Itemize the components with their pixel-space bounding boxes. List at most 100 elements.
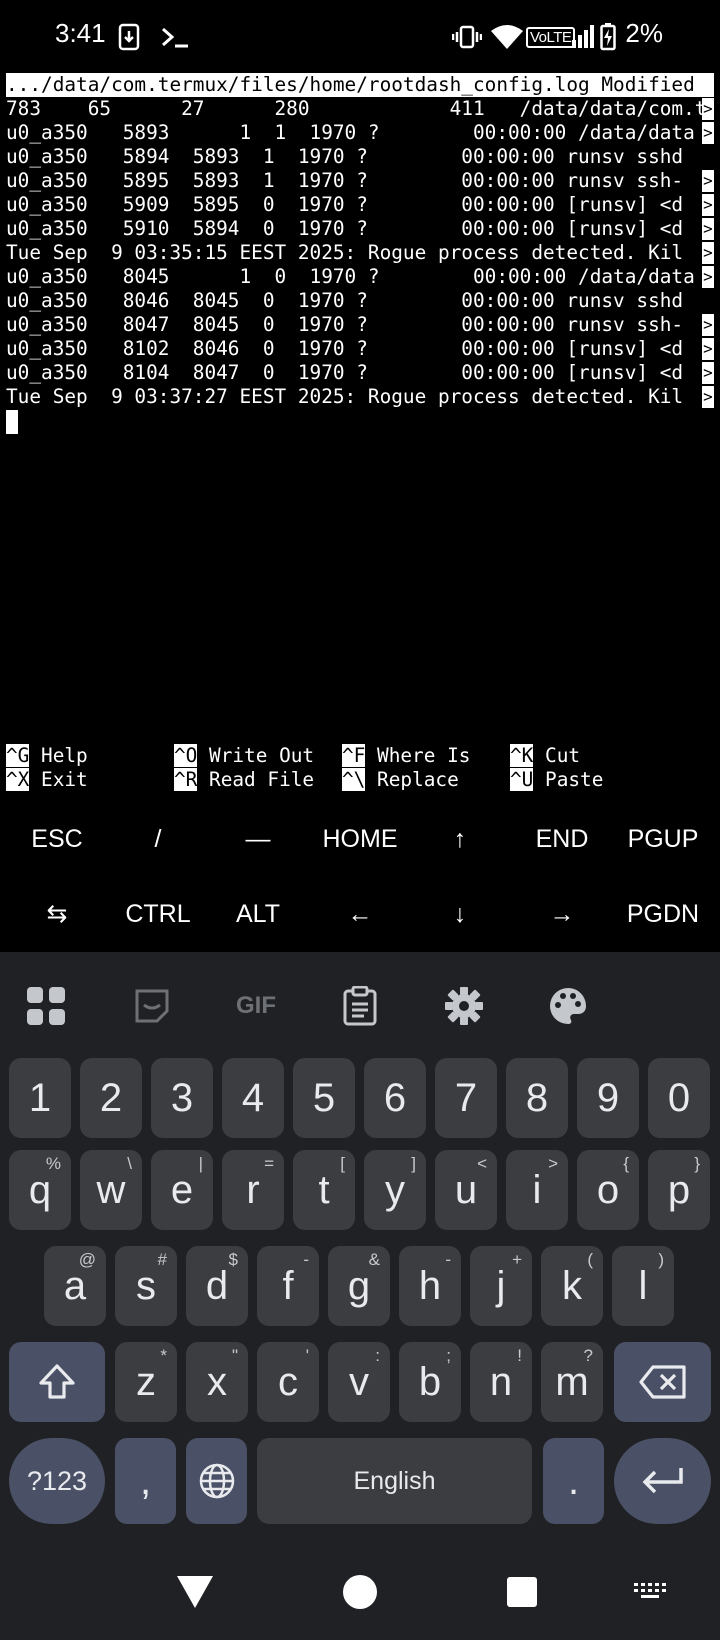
key-6[interactable]: 6 [364,1058,426,1138]
key-a[interactable]: a @ [44,1246,106,1326]
key-b[interactable]: b; [399,1342,461,1422]
key-9[interactable]: 9 [577,1058,639,1138]
key-d[interactable]: d $ [186,1246,248,1326]
terminal-view[interactable]: .../data/com.termux/files/home/rootdash_… [0,72,720,802]
key-2[interactable]: 2 [80,1058,142,1138]
key-q[interactable]: q% [9,1150,71,1230]
key-letter: l [638,1263,648,1308]
key-letter: v [349,1359,369,1404]
status-bar: 3:41 VoLTE 2% [0,0,720,72]
nano-shortcut-label: Cut [533,744,581,767]
clipboard-icon[interactable] [334,980,386,1032]
comma-key[interactable]: , [115,1438,176,1524]
key-letter: t [318,1167,330,1212]
extra-key-row1-1[interactable]: / [108,809,208,869]
backspace-key[interactable] [614,1342,711,1422]
key-l[interactable]: l) [612,1246,674,1326]
volte-icon: VoLTE [526,22,576,52]
key-o[interactable]: o{ [577,1150,639,1230]
nano-shortcut: ^R Read File [174,768,314,792]
shift-arrow-icon [39,1364,75,1399]
space-bar[interactable]: English [257,1438,532,1524]
nano-shortcut: ^F Where Is [342,744,470,768]
symbols-key[interactable]: ?123 [9,1438,105,1524]
key-i[interactable]: i > [506,1150,568,1230]
extra-key-row2-2[interactable]: ALT [208,884,308,944]
key-c[interactable]: c ' [257,1342,319,1422]
language-globe-icon[interactable] [186,1438,247,1524]
apps-grid-icon[interactable] [20,980,72,1032]
keyboard-switch-icon[interactable] [620,1562,680,1622]
terminal-line: u0_a350 5895 5893 1 1970 ? 00:00:00 runs… [6,169,684,192]
back-triangle-icon[interactable] [165,1562,225,1622]
key-letter: j [496,1263,506,1308]
key-1[interactable]: 1 [9,1058,71,1138]
key-letter: i [532,1167,542,1212]
key-hint: ; [446,1346,451,1365]
key-hint: & [368,1250,380,1269]
key-hint: < [477,1154,487,1173]
extra-key-row1-0[interactable]: ESC [7,809,107,869]
extra-key-row2-5[interactable]: → [512,884,612,944]
palette-icon[interactable] [542,980,594,1032]
key-hint: ! [517,1346,522,1365]
key-g[interactable]: g & [328,1246,390,1326]
extra-key-row1-5[interactable]: END [512,809,612,869]
key-u[interactable]: u < [435,1150,497,1230]
key-f[interactable]: f- [257,1246,319,1326]
key-0[interactable]: 0 [648,1058,710,1138]
key-p[interactable]: p} [648,1150,710,1230]
key-k[interactable]: k( [541,1246,603,1326]
key-letter: f [282,1263,294,1308]
home-circle-icon[interactable] [330,1562,390,1622]
key-s[interactable]: s # [115,1246,177,1326]
key-x[interactable]: x " [186,1342,248,1422]
line-overflow-marker: > [702,266,714,288]
extra-key-row1-6[interactable]: PGUP [613,809,713,869]
key-y[interactable]: y] [364,1150,426,1230]
enter-key[interactable] [614,1438,711,1524]
key-letter: a [63,1263,87,1308]
signal-icon [572,22,596,52]
key-5[interactable]: 5 [293,1058,355,1138]
key-4[interactable]: 4 [222,1058,284,1138]
terminal-line: u0_a350 5909 5895 0 1970 ? 00:00:00 [run… [6,193,684,216]
key-h[interactable]: h- [399,1246,461,1326]
line-overflow-marker: > [702,122,714,144]
terminal-line: u0_a350 8045 1 0 1970 ? 00:00:00 /data/d… [6,265,695,288]
extra-key-row1-3[interactable]: HOME [310,809,410,869]
key-hint: ) [658,1250,664,1269]
key-t[interactable]: t[ [293,1150,355,1230]
key-v[interactable]: v: [328,1342,390,1422]
extra-key-row2-3[interactable]: ← [310,884,410,944]
key-hint: # [157,1250,167,1269]
extra-key-row2-1[interactable]: CTRL [108,884,208,944]
key-w[interactable]: w \ [80,1150,142,1230]
period-key[interactable]: . [543,1438,604,1524]
key-r[interactable]: r = [222,1150,284,1230]
extra-key-row2-0[interactable]: ⇆ [7,884,107,944]
key-letter: y [385,1167,405,1212]
key-letter: x [207,1359,227,1404]
extra-key-row1-4[interactable]: ↑ [410,809,510,869]
key-n[interactable]: n! [470,1342,532,1422]
key-m[interactable]: m? [541,1342,603,1422]
nano-shortcut: ^K Cut [510,744,580,768]
recents-square-icon[interactable] [492,1562,552,1622]
gif-icon[interactable]: GIF [230,980,282,1032]
shift-key[interactable] [9,1342,105,1422]
extra-key-row1-2[interactable]: — [208,809,308,869]
key-z[interactable]: z * [115,1342,177,1422]
key-3[interactable]: 3 [151,1058,213,1138]
battery-charging-icon [600,22,616,52]
extra-key-row2-4[interactable]: ↓ [410,884,510,944]
nano-shortcut: ^O Write Out [174,744,314,768]
key-j[interactable]: j + [470,1246,532,1326]
settings-gear-icon[interactable] [438,980,490,1032]
key-8[interactable]: 8 [506,1058,568,1138]
key-hint: } [694,1154,700,1173]
sticker-icon[interactable] [126,980,178,1032]
key-7[interactable]: 7 [435,1058,497,1138]
key-e[interactable]: e | [151,1150,213,1230]
extra-key-row2-6[interactable]: PGDN [613,884,713,944]
